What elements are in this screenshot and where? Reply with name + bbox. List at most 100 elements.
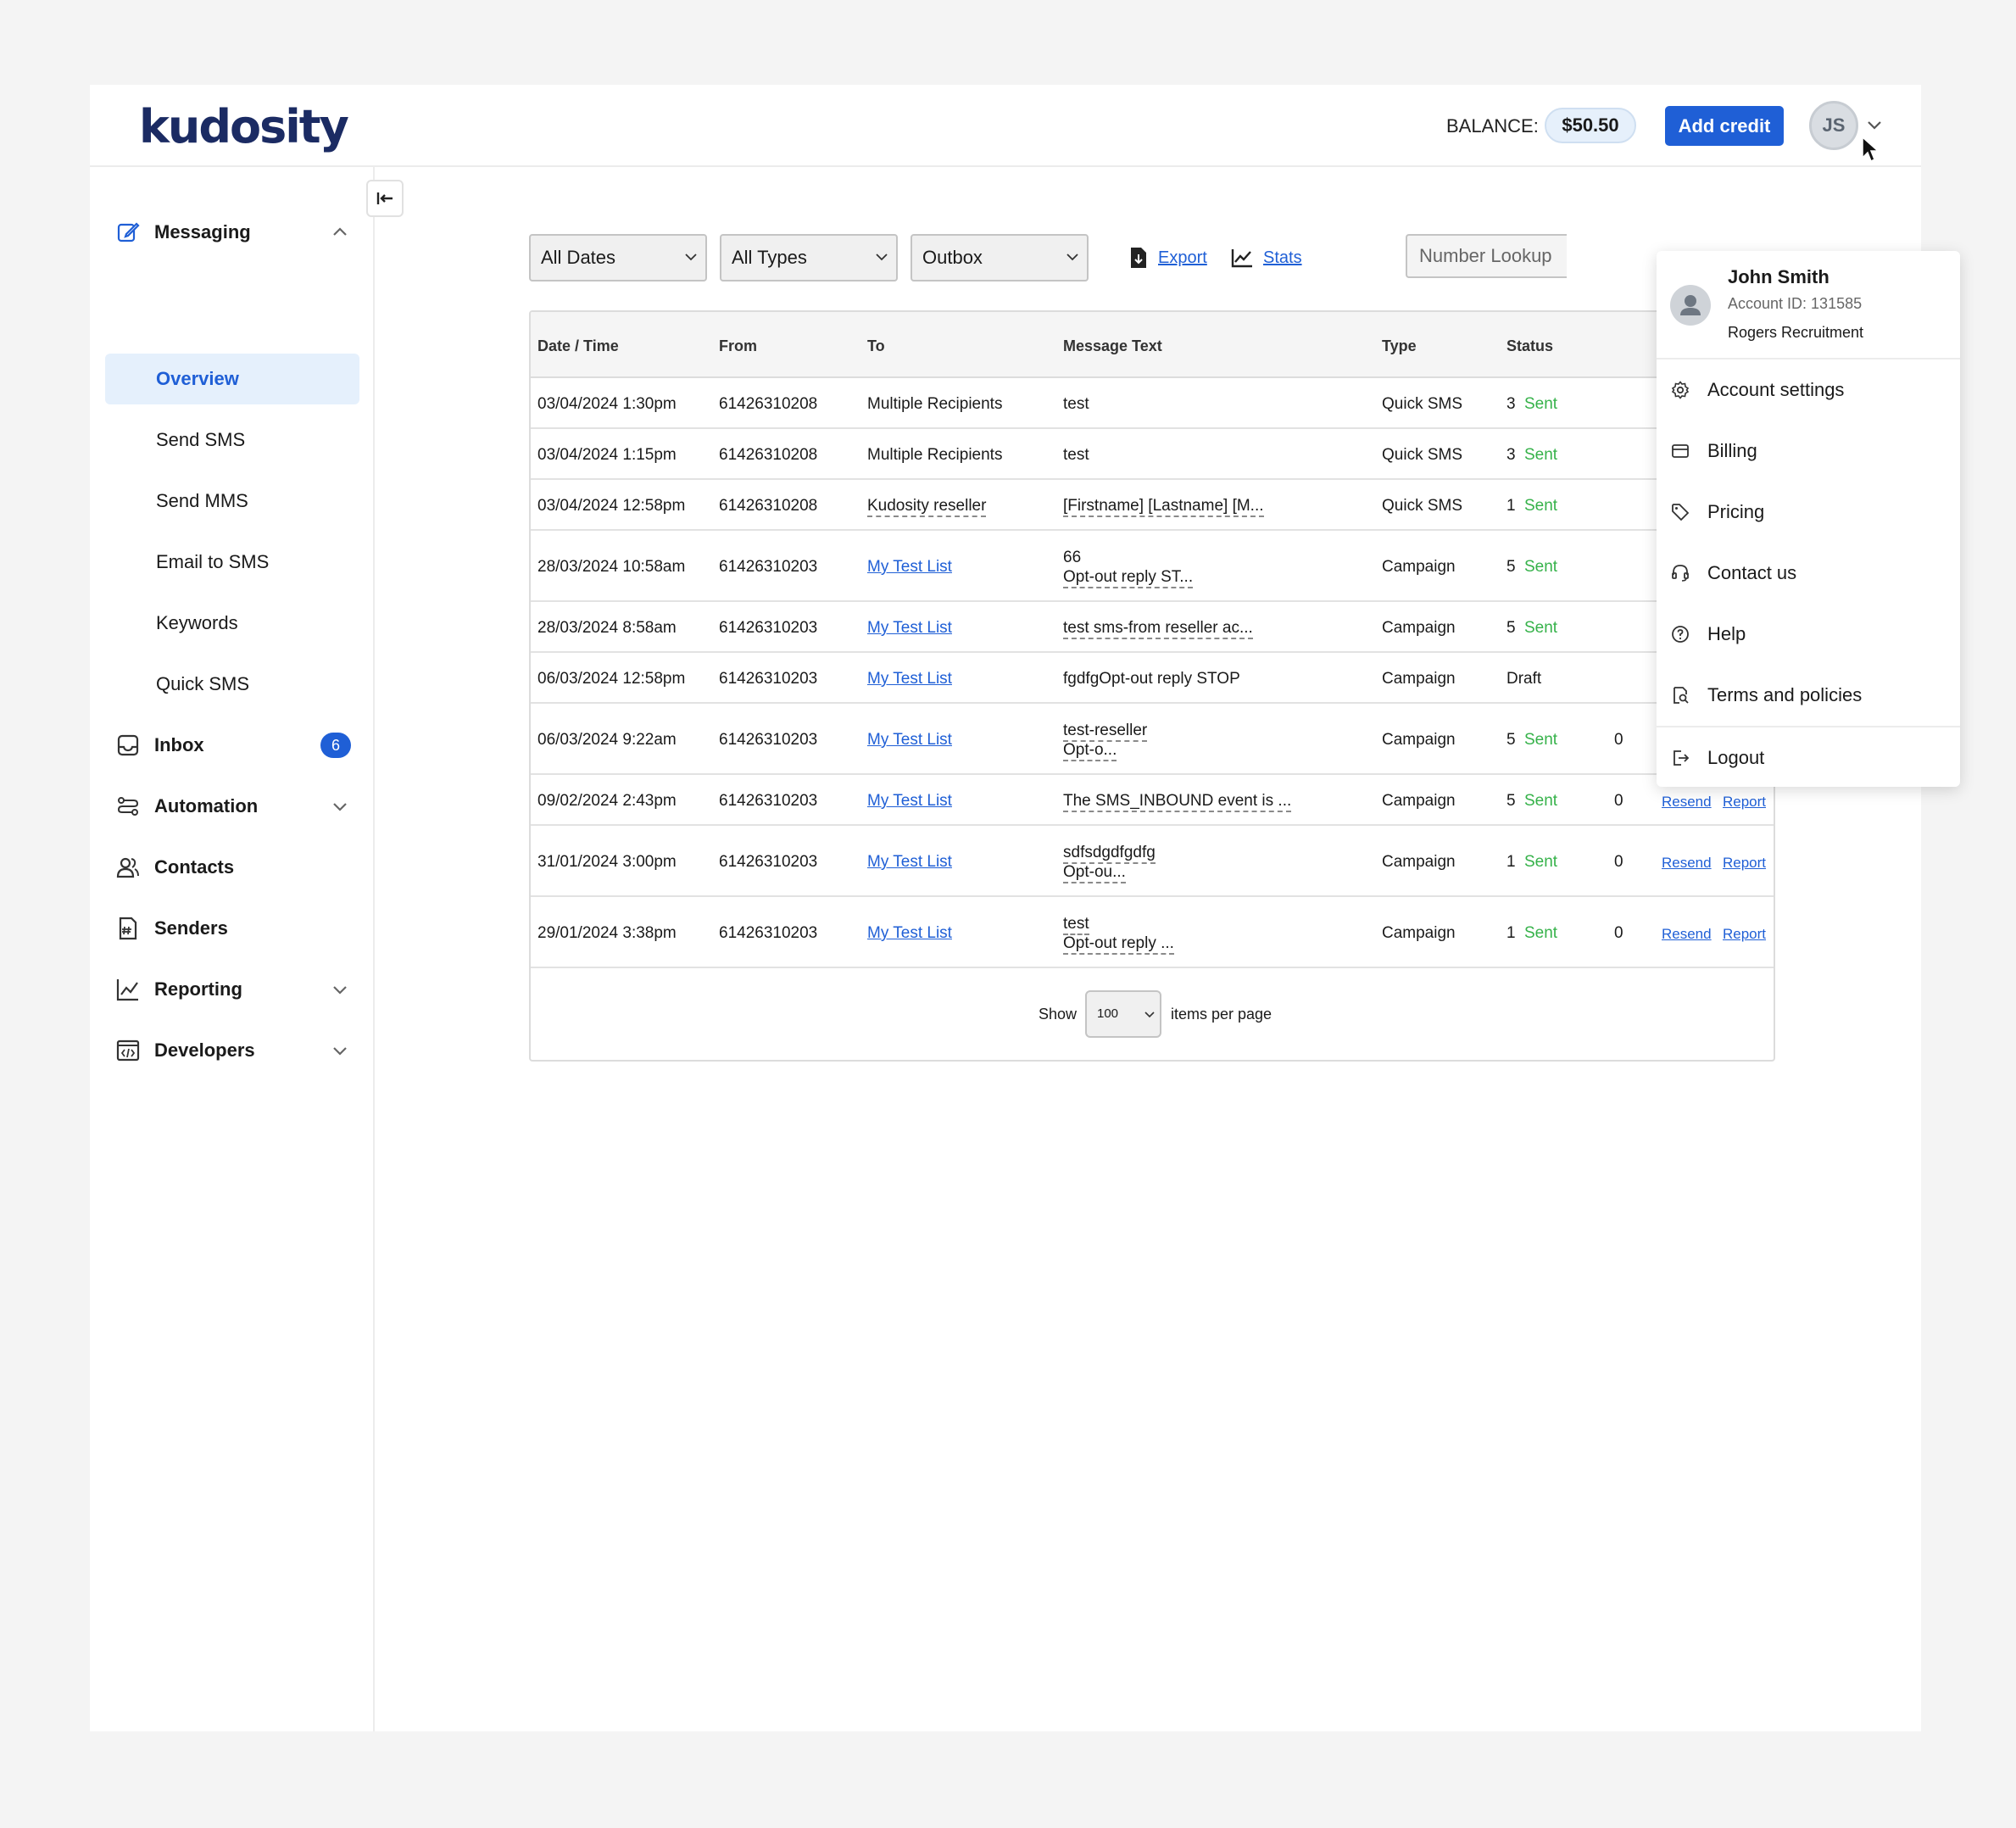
cell-message-line2[interactable]: Opt-out reply ST... [1063,567,1194,588]
table-row[interactable]: 06/03/2024 9:22am 61426310203 My Test List… [531,704,1774,775]
sidebar-item-send-mms[interactable]: Send MMS [105,476,359,527]
cell-message-line1[interactable]: sdfsdgdfgdfg [1063,843,1156,864]
menu-item-billing[interactable]: Billing [1657,421,1960,482]
cell-message[interactable]: The SMS_INBOUND event is ... [1063,791,1292,812]
resend-link[interactable]: Resend [1662,924,1712,944]
chevron-down-icon[interactable] [331,797,349,816]
export-label: Export [1158,248,1207,267]
table-row[interactable]: 06/03/2024 12:58pm 61426310203 My Test Lis… [531,653,1774,704]
sidebar-item-messaging[interactable]: Messaging [115,209,361,255]
cell-message-line1[interactable]: test [1063,914,1089,935]
chevron-down-icon [876,254,888,261]
table-row[interactable]: 29/01/2024 3:38pm 61426310203 My Test List… [531,897,1774,968]
cell-message-line2[interactable]: Opt-out reply ... [1063,934,1174,955]
menu-item-label: Account settings [1707,379,1845,400]
items-per-page-select[interactable]: 100 [1085,990,1161,1038]
cell-message-line1[interactable]: 66 [1063,548,1081,567]
column-header-type[interactable]: Type [1382,337,1417,355]
chevron-down-icon[interactable] [1865,115,1884,134]
edit-icon [117,222,140,242]
chevron-up-icon[interactable] [331,223,349,242]
column-header-status[interactable]: Status [1506,337,1553,355]
add-credit-button[interactable]: Add credit [1665,106,1784,146]
sidebar: Messaging Overview Send SMS Send MMS Ema… [90,167,375,1731]
report-link[interactable]: Report [1723,924,1766,944]
cell-from: 61426310203 [719,792,818,810]
stats-label: Stats [1263,248,1302,267]
menu-item-logout[interactable]: Logout [1657,727,1960,789]
cell-message-line1[interactable]: test-reseller [1063,721,1148,742]
menu-item-pricing[interactable]: Pricing [1657,482,1960,543]
menu-item-help[interactable]: Help [1657,604,1960,665]
cell-status-word: Sent [1524,395,1558,413]
sidebar-item-contacts[interactable]: Contacts [115,844,361,890]
cell-message[interactable]: [Firstname] [Lastname] [M... [1063,496,1264,517]
table-row[interactable]: 31/01/2024 3:00pm 61426310203 My Test List… [531,826,1774,897]
cell-to: Multiple Recipients [867,395,1003,413]
report-link[interactable]: Report [1723,792,1766,811]
column-header-datetime[interactable]: Date / Time [537,337,619,355]
user-avatar-button[interactable]: JS [1809,101,1858,150]
table-row[interactable]: 03/04/2024 1:15pm 61426310208 Multiple Rec… [531,429,1774,480]
sidebar-item-send-sms[interactable]: Send SMS [105,415,359,465]
cell-to[interactable]: My Test List [867,852,952,872]
menu-item-account-settings[interactable]: Account settings [1657,359,1960,421]
sidebar-item-keywords[interactable]: Keywords [105,598,359,649]
types-select[interactable]: All Types [720,234,898,281]
table-row[interactable]: 03/04/2024 12:58pm 61426310208 Kudosity re… [531,480,1774,531]
cell-from: 61426310208 [719,446,818,464]
user-menu-dropdown: John Smith Account ID: 131585 Rogers Rec… [1657,251,1960,787]
export-file-icon [1131,248,1146,268]
collapse-left-icon [376,192,393,204]
chevron-down-icon[interactable] [331,980,349,999]
resend-link[interactable]: Resend [1662,853,1712,872]
kudosity-logo[interactable]: kudosity [139,100,349,153]
show-label: Show [1039,1006,1078,1023]
cell-to[interactable]: Kudosity reseller [867,496,987,517]
table-row[interactable]: 09/02/2024 2:43pm 61426310203 My Test List… [531,775,1774,826]
cell-message-line2[interactable]: Opt-o... [1063,740,1117,761]
cell-message-line2[interactable]: Opt-ou... [1063,862,1126,883]
stats-link[interactable]: Stats [1231,241,1302,275]
menu-item-terms-and-policies[interactable]: Terms and policies [1657,665,1960,726]
pagination: Show 100 items per page [531,990,1774,1041]
stats-chart-icon [1231,249,1252,268]
cell-to[interactable]: My Test List [867,557,952,577]
cell-to[interactable]: My Test List [867,730,952,750]
chevron-down-icon[interactable] [331,1041,349,1060]
dates-select[interactable]: All Dates [529,234,707,281]
column-header-message[interactable]: Message Text [1063,337,1162,355]
cell-to[interactable]: My Test List [867,923,952,943]
collapse-sidebar-button[interactable] [366,180,404,217]
menu-item-label: Terms and policies [1707,684,1863,705]
sidebar-item-reporting[interactable]: Reporting [115,967,361,1012]
cell-to[interactable]: My Test List [867,669,952,688]
sidebar-item-overview[interactable]: Overview [105,354,359,404]
sidebar-item-automation[interactable]: Automation [115,783,361,829]
cell-message[interactable]: test sms-from reseller ac... [1063,618,1253,639]
table-row[interactable]: 28/03/2024 10:58am 61426310203 My Test Lis… [531,531,1774,602]
sidebar-item-quick-sms[interactable]: Quick SMS [105,659,359,710]
column-header-to[interactable]: To [867,337,885,355]
table-row[interactable]: 28/03/2024 8:58am 61426310203 My Test List… [531,602,1774,653]
box-select[interactable]: Outbox [911,234,1089,281]
sidebar-item-label: Senders [154,917,228,939]
resend-link[interactable]: Resend [1662,792,1712,811]
cell-from: 61426310203 [719,853,818,871]
sidebar-item-inbox[interactable]: Inbox 6 [115,722,361,768]
cell-to[interactable]: My Test List [867,618,952,638]
column-header-from[interactable]: From [719,337,757,355]
number-lookup-input[interactable]: Number Lookup [1406,234,1567,278]
report-link[interactable]: Report [1723,853,1766,872]
menu-item-label: Billing [1707,440,1757,461]
chevron-down-icon [685,254,697,261]
user-info: John Smith Account ID: 131585 Rogers Rec… [1657,251,1960,359]
export-link[interactable]: Export [1129,241,1207,275]
sidebar-item-developers[interactable]: Developers [115,1028,361,1073]
sidebar-item-senders[interactable]: Senders [115,906,361,951]
cell-type: Campaign [1382,619,1456,637]
menu-item-contact-us[interactable]: Contact us [1657,543,1960,604]
sidebar-item-email-to-sms[interactable]: Email to SMS [105,537,359,588]
cell-to[interactable]: My Test List [867,791,952,811]
table-row[interactable]: 03/04/2024 1:30pm 61426310208 Multiple Rec… [531,378,1774,429]
